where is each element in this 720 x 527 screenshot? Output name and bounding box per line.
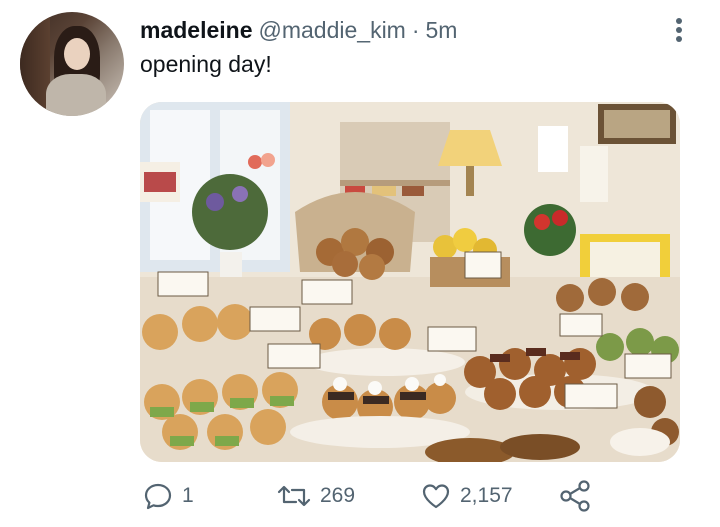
tweet-photo[interactable] bbox=[140, 102, 680, 462]
more-options-icon[interactable] bbox=[668, 14, 690, 46]
tweet-header: madeleine @maddie_kim · 5m bbox=[140, 17, 457, 45]
retweet-button[interactable]: 269 bbox=[276, 478, 355, 514]
avatar-face bbox=[64, 38, 90, 70]
avatar-body bbox=[46, 74, 106, 116]
retweet-count: 269 bbox=[320, 484, 356, 507]
display-name[interactable]: madeleine bbox=[140, 17, 253, 44]
reply-button[interactable]: 1 bbox=[142, 478, 194, 514]
share-icon bbox=[560, 480, 590, 512]
avatar[interactable] bbox=[20, 12, 124, 116]
user-handle[interactable]: @maddie_kim bbox=[259, 17, 406, 44]
more-dot bbox=[676, 18, 682, 24]
more-dot bbox=[676, 36, 682, 42]
retweet-icon bbox=[277, 485, 311, 507]
tweet-text: opening day! bbox=[140, 51, 272, 77]
like-icon bbox=[422, 484, 450, 509]
tweet-actions: 1 269 2,157 bbox=[140, 478, 600, 514]
header-separator: · bbox=[411, 17, 420, 43]
reply-icon bbox=[144, 483, 172, 510]
more-dot bbox=[676, 27, 682, 33]
reply-count: 1 bbox=[182, 484, 194, 507]
share-button[interactable] bbox=[558, 478, 592, 514]
bakery-photo bbox=[140, 102, 680, 462]
like-button[interactable]: 2,157 bbox=[420, 478, 513, 514]
tweet-timestamp[interactable]: 5m bbox=[426, 17, 458, 44]
like-count: 2,157 bbox=[460, 484, 513, 507]
